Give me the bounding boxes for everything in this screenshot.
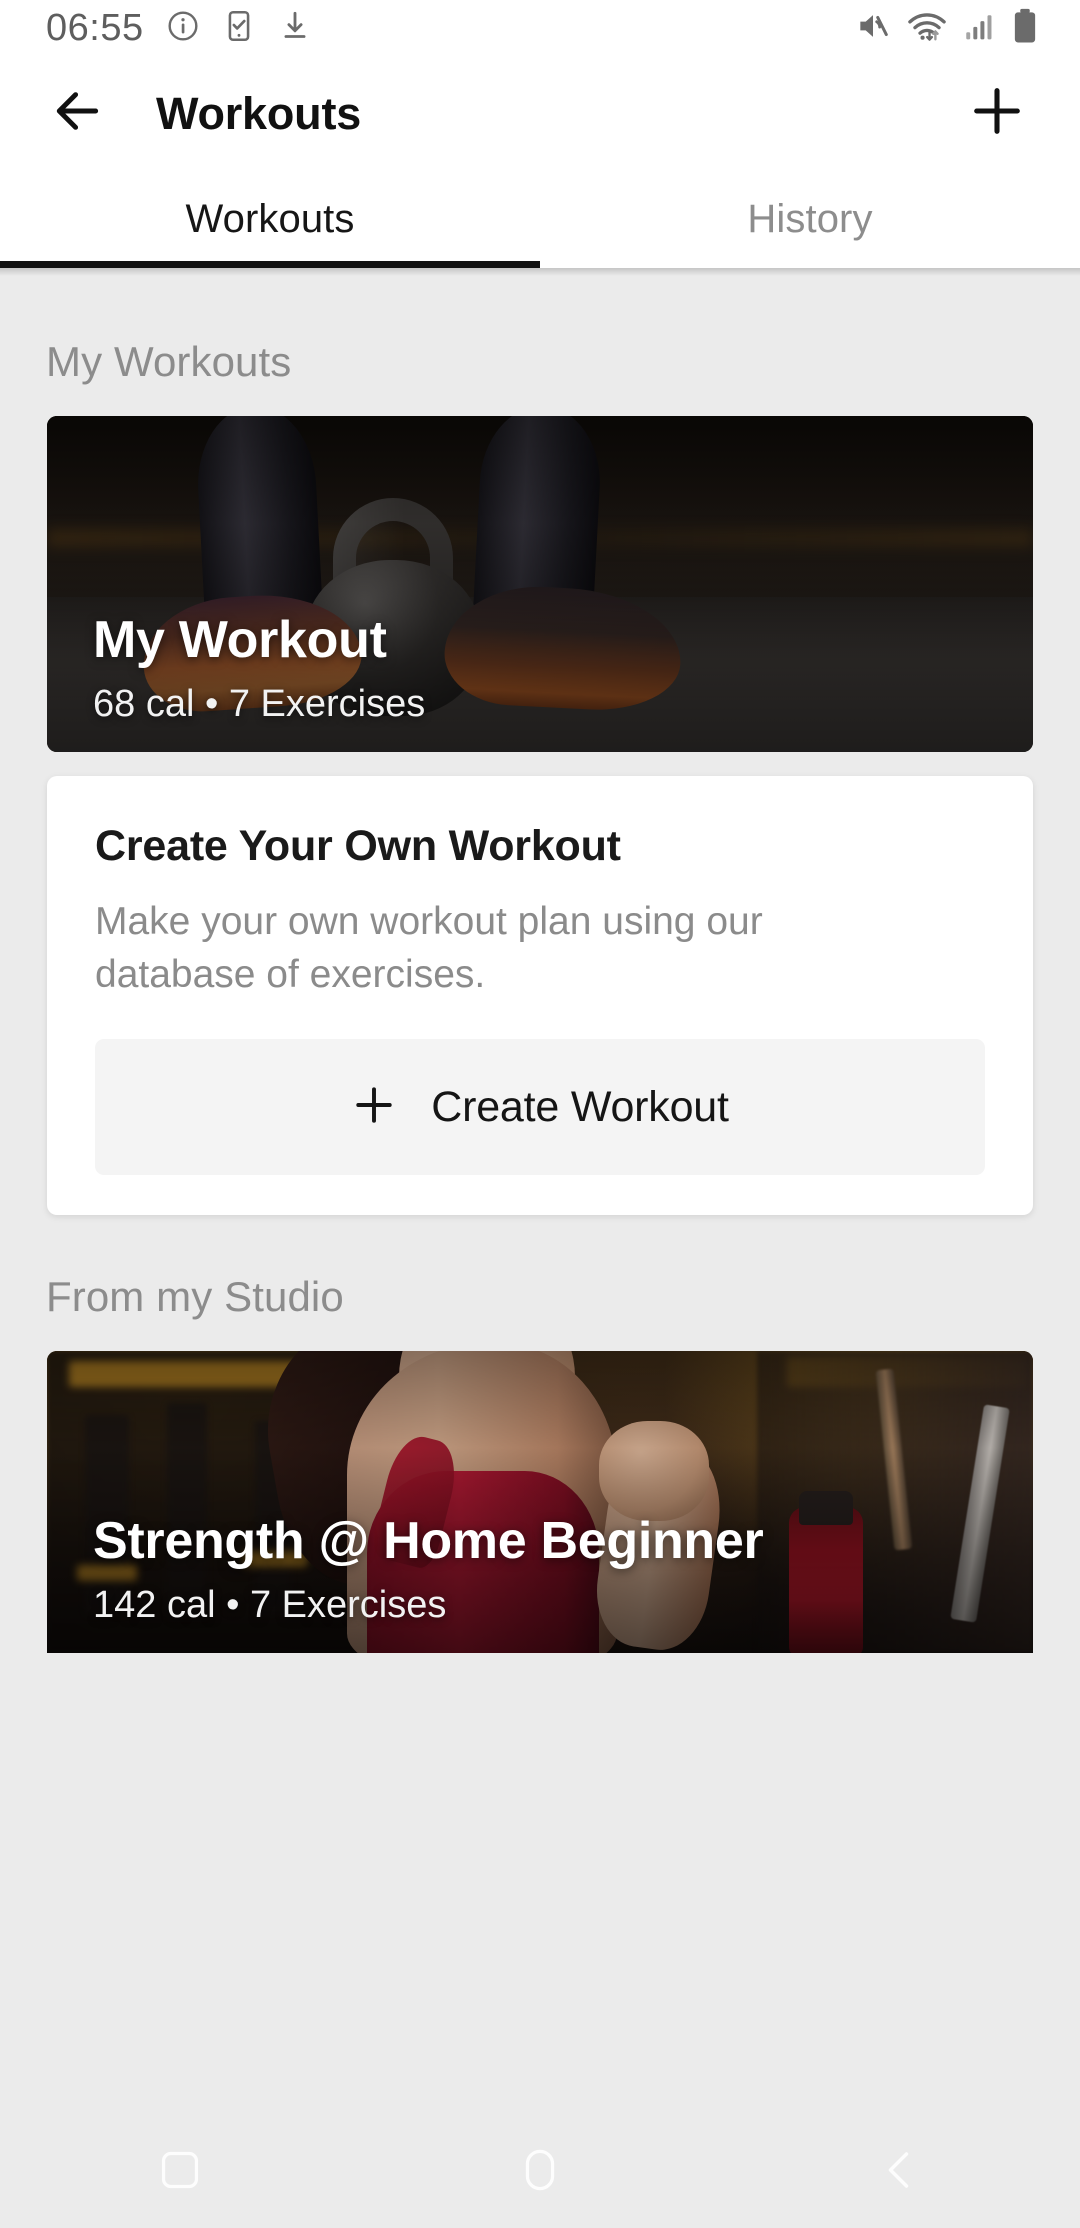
tab-indicator: [0, 261, 540, 268]
plus-icon: [968, 82, 1026, 145]
back-arrow-icon: [49, 83, 105, 144]
tab-history[interactable]: History: [540, 170, 1080, 268]
page-title: Workouts: [156, 87, 362, 139]
status-bar-right: [854, 7, 1040, 50]
back-button[interactable]: [34, 71, 120, 157]
content-scroll-area[interactable]: My Workouts My Workout 68 cal • 7 Exerci…: [0, 276, 1080, 2228]
create-workout-button-label: Create Workout: [431, 1082, 729, 1131]
workout-card-subtitle: 142 cal • 7 Exercises: [93, 1584, 447, 1627]
workout-card-my-workout[interactable]: My Workout 68 cal • 7 Exercises: [47, 416, 1033, 752]
section-title-my-workouts: My Workouts: [46, 338, 292, 385]
create-workout-title: Create Your Own Workout: [95, 822, 621, 870]
tab-bar: Workouts History: [0, 170, 1080, 268]
add-workout-button[interactable]: [954, 71, 1040, 157]
status-bar-left: 06:55: [46, 7, 312, 50]
battery-icon: [1010, 7, 1040, 50]
create-workout-card: Create Your Own Workout Make your own wo…: [47, 776, 1033, 1216]
app-bar: Workouts: [0, 57, 1080, 170]
workout-card-title: Strength @ Home Beginner: [93, 1511, 764, 1570]
workout-card-title: My Workout: [93, 610, 387, 669]
workout-card-strength-at-home-beginner[interactable]: Strength @ Home Beginner 142 cal • 7 Exe…: [47, 1351, 1033, 1654]
info-icon: [166, 9, 200, 48]
workout-card-text: My Workout 68 cal • 7 Exercises: [93, 611, 993, 726]
create-workout-button[interactable]: Create Workout: [95, 1039, 985, 1176]
plus-icon: [351, 1082, 397, 1133]
status-time: 06:55: [46, 7, 144, 49]
status-bar: 06:55: [0, 0, 1080, 57]
wifi-icon: [906, 7, 948, 50]
create-workout-description: Make your own workout plan using our dat…: [95, 900, 763, 997]
section-title-from-my-studio: From my Studio: [46, 1273, 344, 1321]
tabbar-shadow: [0, 268, 1080, 276]
download-icon: [278, 9, 312, 48]
workout-card-text: Strength @ Home Beginner 142 cal • 7 Exe…: [93, 1512, 993, 1627]
workout-card-subtitle: 68 cal • 7 Exercises: [93, 683, 426, 725]
tab-workouts[interactable]: Workouts: [0, 170, 540, 268]
tasks-icon: [222, 9, 256, 48]
mute-icon: [854, 7, 892, 50]
signal-icon: [962, 9, 996, 48]
